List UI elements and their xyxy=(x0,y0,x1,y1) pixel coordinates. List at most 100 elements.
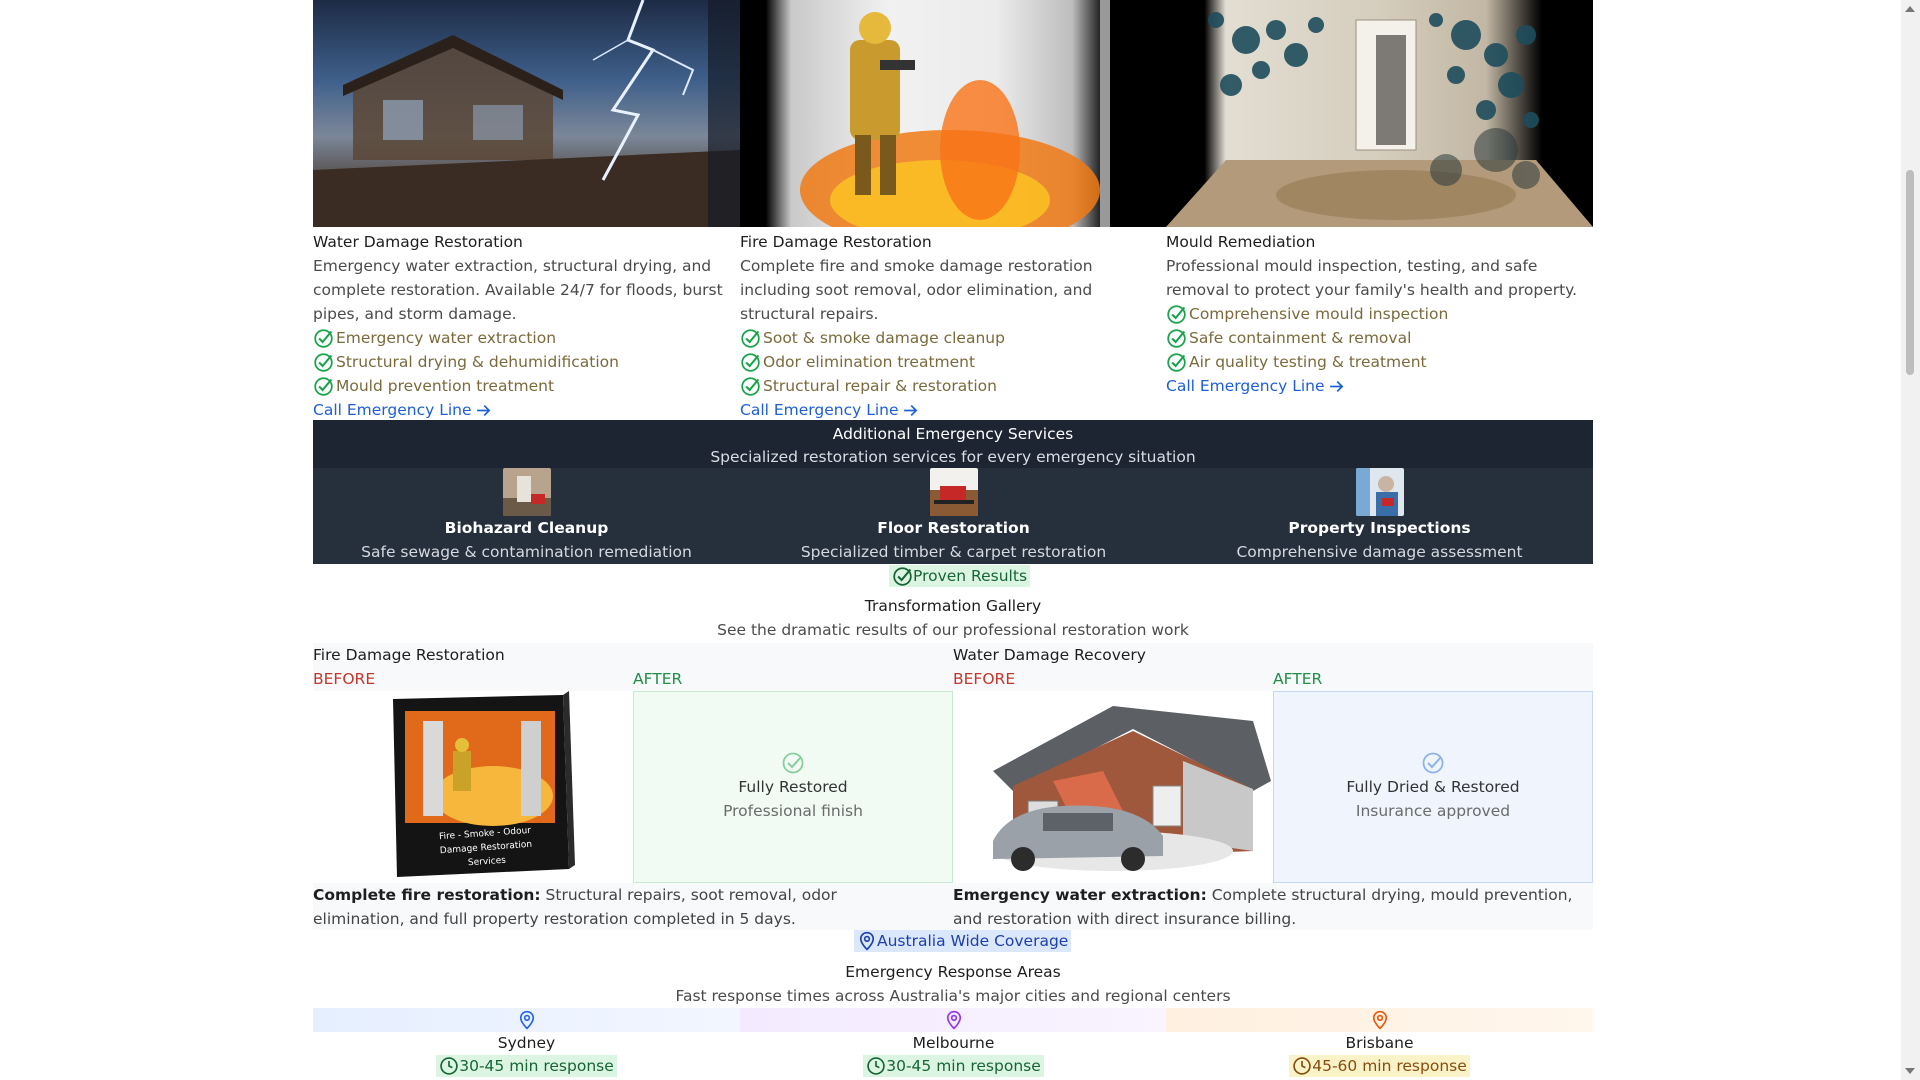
feature-item: Safe containment & removal xyxy=(1166,326,1593,350)
after-subtitle: Professional finish xyxy=(723,802,863,820)
arrow-right-icon xyxy=(903,404,917,416)
gallery-item-title: Water Damage Recovery xyxy=(953,646,1146,664)
scroll-thumb[interactable] xyxy=(1906,170,1914,375)
coverage-subtitle: Fast response times across Australia's m… xyxy=(675,987,1231,1005)
additional-service-name: Biohazard Cleanup xyxy=(444,519,609,537)
city-name: Melbourne xyxy=(912,1034,995,1052)
response-time-badge: 45-60 min response xyxy=(1289,1055,1470,1077)
call-emergency-link[interactable]: Call Emergency Line xyxy=(313,398,492,422)
feature-item: Structural repair & restoration xyxy=(740,374,1167,398)
service-description: Professional mould inspection, testing, … xyxy=(1166,257,1578,299)
water-after-panel: Fully Dried & Restored Insurance approve… xyxy=(1273,691,1593,883)
additional-services-subtitle: Specialized restoration services for eve… xyxy=(710,448,1196,466)
proven-results-badge: Proven Results xyxy=(889,565,1031,587)
feature-label: Mould prevention treatment xyxy=(336,377,555,395)
gallery-caption: Complete fire restoration: Structural re… xyxy=(313,883,933,931)
service-description: Emergency water extraction, structural d… xyxy=(313,257,723,323)
city-card-brisbane: Brisbane 45-60 min response xyxy=(1166,1008,1593,1080)
after-label: AFTER xyxy=(633,670,683,688)
before-label: BEFORE xyxy=(313,670,376,688)
coverage-title: Emergency Response Areas xyxy=(845,963,1061,981)
after-title: Fully Restored xyxy=(738,778,848,796)
arrow-right-icon xyxy=(1329,380,1343,392)
scroll-down-arrow-icon[interactable] xyxy=(1905,1068,1915,1074)
additional-service-inspections[interactable]: Property Inspections Comprehensive damag… xyxy=(1166,468,1593,564)
feature-item: Mould prevention treatment xyxy=(313,374,740,398)
additional-services-panel: Additional Emergency Services Specialize… xyxy=(313,420,1593,564)
additional-services-header: Additional Emergency Services Specialize… xyxy=(313,420,1593,468)
service-title: Fire Damage Restoration xyxy=(740,233,932,251)
floor-restoration-thumbnail xyxy=(929,468,978,516)
page-scrollbar[interactable] xyxy=(1901,0,1920,1080)
additional-service-biohazard[interactable]: Biohazard Cleanup Safe sewage & contamin… xyxy=(313,468,740,564)
check-circle-icon xyxy=(314,328,333,348)
map-pin-icon xyxy=(1372,1010,1387,1030)
before-label: BEFORE xyxy=(953,670,1016,688)
page: Water Damage Restoration Emergency water… xyxy=(0,0,1920,1080)
feature-label: Emergency water extraction xyxy=(336,329,557,347)
additional-service-floor[interactable]: Floor Restoration Specialized timber & c… xyxy=(740,468,1167,564)
water-damage-image xyxy=(313,0,740,227)
additional-service-desc: Specialized timber & carpet restoration xyxy=(800,543,1107,561)
mould-remediation-image xyxy=(1166,0,1594,227)
feature-label: Air quality testing & treatment xyxy=(1189,353,1427,371)
caption-bold: Emergency water extraction: xyxy=(953,886,1207,904)
city-card-melbourne: Melbourne 30-45 min response xyxy=(740,1008,1167,1080)
map-pin-icon xyxy=(519,1010,534,1030)
call-emergency-link[interactable]: Call Emergency Line xyxy=(740,398,919,422)
after-label: AFTER xyxy=(1273,670,1323,688)
check-circle-icon xyxy=(1167,328,1186,348)
feature-label: Safe containment & removal xyxy=(1189,329,1412,347)
service-description: Complete fire and smoke damage restorati… xyxy=(740,257,1093,323)
fire-before-image: Fire - Smoke - Odour Damage Restoration … xyxy=(313,691,633,883)
property-inspection-thumbnail xyxy=(1355,468,1404,516)
fire-box-text: Fire - Smoke - Odour Damage Restoration … xyxy=(438,825,533,869)
additional-service-name: Property Inspections xyxy=(1288,519,1471,537)
badge-label: Australia Wide Coverage xyxy=(877,932,1069,950)
additional-services-title: Additional Emergency Services xyxy=(832,425,1074,443)
response-label: 45-60 min response xyxy=(1312,1057,1467,1075)
gallery-item-water: Water Damage Recovery BEFORE AFTER Fully… xyxy=(953,643,1593,928)
caption-bold: Complete fire restoration: xyxy=(313,886,541,904)
check-circle-icon xyxy=(741,328,760,348)
service-card-mould: Mould Remediation Professional mould ins… xyxy=(1166,230,1593,398)
feature-item: Comprehensive mould inspection xyxy=(1166,302,1593,326)
check-circle-icon xyxy=(314,376,333,396)
water-before-image xyxy=(953,691,1273,883)
clock-icon xyxy=(440,1057,458,1075)
check-circle-icon xyxy=(741,376,760,396)
check-circle-icon xyxy=(741,352,760,372)
map-pin-icon xyxy=(946,1010,961,1030)
gallery-subtitle: See the dramatic results of our professi… xyxy=(717,621,1189,639)
gallery-item-title: Fire Damage Restoration xyxy=(313,646,505,664)
feature-label: Structural drying & dehumidification xyxy=(336,353,619,371)
badge-label: Proven Results xyxy=(913,567,1028,585)
city-card-sydney: Sydney 30-45 min response xyxy=(313,1008,740,1080)
additional-service-desc: Safe sewage & contamination remediation xyxy=(361,543,692,561)
fire-after-panel: Fully Restored Professional finish xyxy=(633,691,953,883)
link-label: Call Emergency Line xyxy=(1166,377,1325,395)
feature-label: Soot & smoke damage cleanup xyxy=(763,329,1005,347)
clock-icon xyxy=(867,1057,885,1075)
feature-item: Emergency water extraction xyxy=(313,326,740,350)
feature-label: Odor elimination treatment xyxy=(763,353,976,371)
arrow-right-icon xyxy=(476,404,490,416)
city-name: Sydney xyxy=(497,1034,556,1052)
check-circle-icon xyxy=(1167,352,1186,372)
link-label: Call Emergency Line xyxy=(740,401,899,419)
link-label: Call Emergency Line xyxy=(313,401,472,419)
service-card-fire: Fire Damage Restoration Complete fire an… xyxy=(740,230,1167,422)
scroll-up-arrow-icon[interactable] xyxy=(1905,6,1915,12)
feature-item: Soot & smoke damage cleanup xyxy=(740,326,1167,350)
response-time-badge: 30-45 min response xyxy=(863,1055,1044,1077)
service-title: Water Damage Restoration xyxy=(313,233,523,251)
additional-service-name: Floor Restoration xyxy=(877,519,1030,537)
biohazard-thumbnail xyxy=(502,468,551,516)
map-pin-icon xyxy=(859,931,875,951)
response-label: 30-45 min response xyxy=(459,1057,614,1075)
call-emergency-link[interactable]: Call Emergency Line xyxy=(1166,374,1345,398)
clock-icon xyxy=(1293,1057,1311,1075)
check-circle-icon xyxy=(1422,752,1444,774)
feature-label: Structural repair & restoration xyxy=(763,377,997,395)
response-label: 30-45 min response xyxy=(886,1057,1041,1075)
